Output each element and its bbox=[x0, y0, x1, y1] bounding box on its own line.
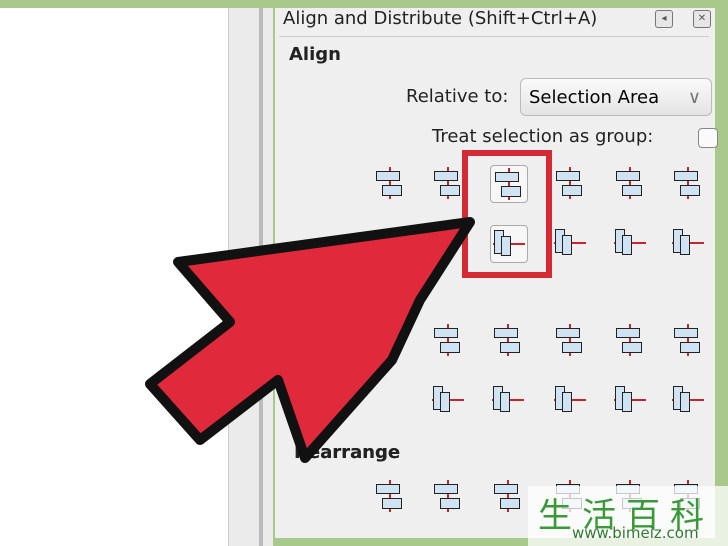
arrow-shape bbox=[145, 217, 475, 463]
pointer-arrow bbox=[145, 217, 475, 463]
watermark: 生活百科 www.bimeiz.com bbox=[528, 486, 728, 546]
watermark-url: www.bimeiz.com bbox=[572, 524, 699, 542]
